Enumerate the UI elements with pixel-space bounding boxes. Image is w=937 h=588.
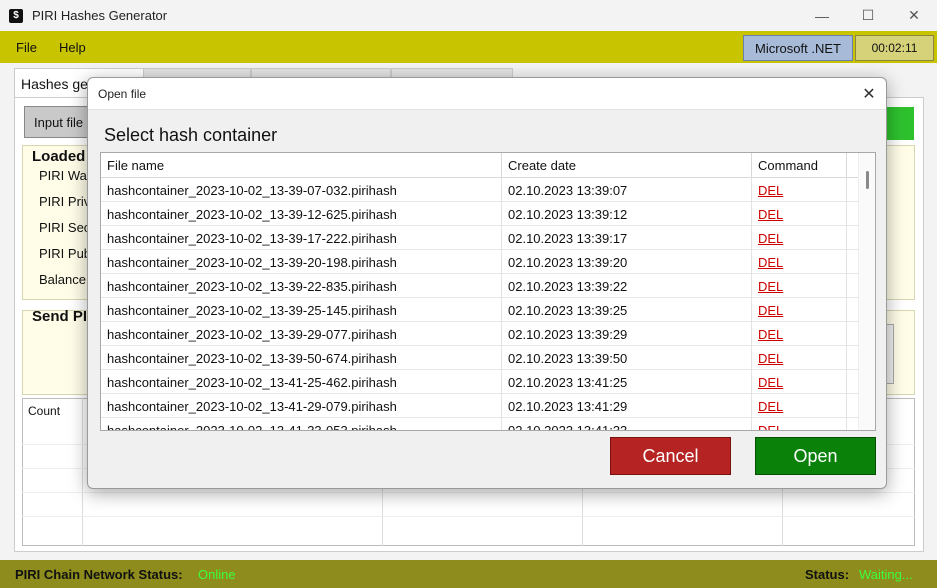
- create-date-cell: 02.10.2023 13:39:25: [502, 298, 752, 322]
- dialog-heading: Select hash container: [104, 125, 278, 145]
- menu-file[interactable]: File: [16, 40, 37, 55]
- file-name-cell: hashcontainer_2023-10-02_13-39-29-077.pi…: [101, 322, 502, 346]
- loaded-item: PIRI Pub: [39, 246, 92, 261]
- create-date-cell: 02.10.2023 13:39:20: [502, 250, 752, 274]
- minimize-icon[interactable]: —: [799, 0, 845, 31]
- close-icon[interactable]: ✕: [856, 81, 882, 107]
- delete-link[interactable]: DEL: [752, 322, 847, 346]
- timer-badge: 00:02:11: [855, 35, 934, 61]
- maximize-icon[interactable]: ☐: [845, 0, 891, 31]
- table-body: hashcontainer_2023-10-02_13-39-07-032.pi…: [101, 178, 859, 430]
- column-header-command[interactable]: Command: [752, 153, 847, 178]
- grid-divider: [82, 398, 83, 546]
- create-date-cell: 02.10.2023 13:41:29: [502, 394, 752, 418]
- table-row[interactable]: hashcontainer_2023-10-02_13-39-07-032.pi…: [101, 178, 859, 202]
- table-row[interactable]: hashcontainer_2023-10-02_13-39-50-674.pi…: [101, 346, 859, 370]
- delete-link[interactable]: DEL: [752, 298, 847, 322]
- file-name-cell: hashcontainer_2023-10-02_13-39-07-032.pi…: [101, 178, 502, 202]
- open-button[interactable]: Open: [755, 437, 876, 475]
- file-name-cell: hashcontainer_2023-10-02_13-41-33-053.pi…: [101, 418, 502, 430]
- delete-link[interactable]: DEL: [752, 178, 847, 202]
- create-date-cell: 02.10.2023 13:39:29: [502, 322, 752, 346]
- table-row[interactable]: hashcontainer_2023-10-02_13-39-12-625.pi…: [101, 202, 859, 226]
- file-name-cell: hashcontainer_2023-10-02_13-41-25-462.pi…: [101, 370, 502, 394]
- loaded-item: Balance: [39, 272, 86, 287]
- loaded-item: PIRI Wall: [39, 168, 93, 183]
- column-header-create-date[interactable]: Create date: [502, 153, 752, 178]
- open-file-dialog: Open file ✕ Select hash container File n…: [87, 77, 887, 489]
- create-date-cell: 02.10.2023 13:39:07: [502, 178, 752, 202]
- network-status-label: PIRI Chain Network Status:: [15, 567, 183, 582]
- generate-button[interactable]: [884, 107, 914, 140]
- delete-link[interactable]: DEL: [752, 226, 847, 250]
- create-date-cell: 02.10.2023 13:39:50: [502, 346, 752, 370]
- table-row[interactable]: hashcontainer_2023-10-02_13-41-25-462.pi…: [101, 370, 859, 394]
- grid-divider: [22, 492, 915, 493]
- table-row[interactable]: hashcontainer_2023-10-02_13-39-25-145.pi…: [101, 298, 859, 322]
- network-status-value: Online: [198, 567, 236, 582]
- vertical-scrollbar[interactable]: [858, 153, 875, 430]
- hash-container-table: File name Create date Command hashcontai…: [100, 152, 876, 431]
- table-row[interactable]: hashcontainer_2023-10-02_13-39-22-835.pi…: [101, 274, 859, 298]
- table-header: File name Create date Command: [101, 153, 859, 178]
- window-title: PIRI Hashes Generator: [32, 8, 168, 23]
- file-name-cell: hashcontainer_2023-10-02_13-39-20-198.pi…: [101, 250, 502, 274]
- grid-divider: [22, 516, 915, 517]
- table-row[interactable]: hashcontainer_2023-10-02_13-39-20-198.pi…: [101, 250, 859, 274]
- scrollbar-thumb[interactable]: [866, 171, 869, 189]
- file-name-cell: hashcontainer_2023-10-02_13-39-17-222.pi…: [101, 226, 502, 250]
- file-name-cell: hashcontainer_2023-10-02_13-39-12-625.pi…: [101, 202, 502, 226]
- delete-link[interactable]: DEL: [752, 370, 847, 394]
- create-date-cell: 02.10.2023 13:39:22: [502, 274, 752, 298]
- create-date-cell: 02.10.2023 13:39:12: [502, 202, 752, 226]
- app-logo-icon: $: [9, 8, 23, 23]
- loaded-title: Loaded: [32, 148, 86, 165]
- file-name-cell: hashcontainer_2023-10-02_13-39-50-674.pi…: [101, 346, 502, 370]
- loaded-item: PIRI Priv: [39, 194, 91, 209]
- delete-link[interactable]: DEL: [752, 274, 847, 298]
- delete-link[interactable]: DEL: [752, 250, 847, 274]
- delete-link[interactable]: DEL: [752, 394, 847, 418]
- delete-link[interactable]: DEL: [752, 418, 847, 430]
- table-row[interactable]: hashcontainer_2023-10-02_13-41-33-053.pi…: [101, 418, 859, 430]
- cancel-button[interactable]: Cancel: [610, 437, 731, 475]
- window-titlebar: $ PIRI Hashes Generator — ☐ ✕: [0, 0, 937, 31]
- file-name-cell: hashcontainer_2023-10-02_13-39-22-835.pi…: [101, 274, 502, 298]
- close-icon[interactable]: ✕: [891, 0, 937, 31]
- menu-help[interactable]: Help: [59, 40, 86, 55]
- column-header-file-name[interactable]: File name: [101, 153, 502, 178]
- table-row[interactable]: hashcontainer_2023-10-02_13-41-29-079.pi…: [101, 394, 859, 418]
- file-name-cell: hashcontainer_2023-10-02_13-39-25-145.pi…: [101, 298, 502, 322]
- dialog-titlebar: Open file ✕: [88, 78, 886, 110]
- file-name-cell: hashcontainer_2023-10-02_13-41-29-079.pi…: [101, 394, 502, 418]
- input-file-button[interactable]: Input file: [24, 106, 94, 138]
- send-title: Send PI: [32, 308, 88, 325]
- create-date-cell: 02.10.2023 13:41:33: [502, 418, 752, 430]
- delete-link[interactable]: DEL: [752, 346, 847, 370]
- status-label: Status:: [805, 567, 850, 582]
- window-controls: — ☐ ✕: [799, 0, 937, 31]
- grid-count-header: Count: [28, 404, 61, 418]
- framework-badge: Microsoft .NET: [743, 35, 853, 61]
- delete-link[interactable]: DEL: [752, 202, 847, 226]
- table-row[interactable]: hashcontainer_2023-10-02_13-39-29-077.pi…: [101, 322, 859, 346]
- status-value: Waiting...: [859, 567, 913, 582]
- dialog-title: Open file: [98, 87, 147, 101]
- create-date-cell: 02.10.2023 13:39:17: [502, 226, 752, 250]
- table-row[interactable]: hashcontainer_2023-10-02_13-39-17-222.pi…: [101, 226, 859, 250]
- create-date-cell: 02.10.2023 13:41:25: [502, 370, 752, 394]
